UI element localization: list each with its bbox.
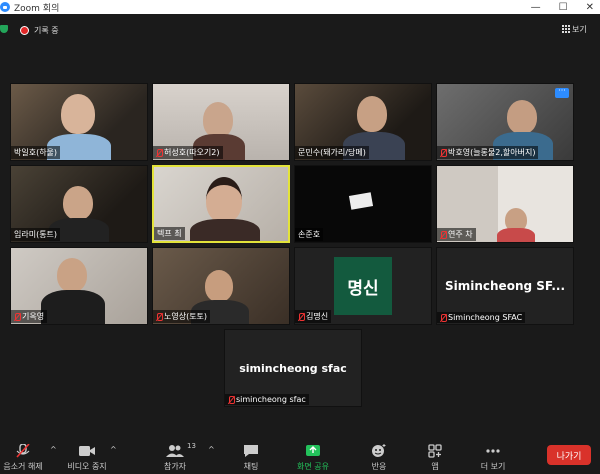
recording-icon bbox=[20, 26, 29, 35]
meeting-toolbar: 음소거 해제 ^ 비디오 중지 ^ 참가자 13 ^ 채팅 화면 공유 반응 앱… bbox=[0, 434, 600, 474]
minimize-icon[interactable]: — bbox=[531, 2, 541, 13]
video-tile-active-speaker[interactable]: 텍프 최 bbox=[152, 165, 290, 243]
participants-button[interactable]: 참가자 bbox=[156, 434, 194, 474]
participant-name: 연주 차 bbox=[437, 228, 476, 241]
apps-button[interactable]: 앱 bbox=[424, 434, 446, 474]
participants-chevron-icon[interactable]: ^ bbox=[208, 445, 215, 454]
stop-video-button[interactable]: 비디오 중지 bbox=[62, 434, 112, 474]
maximize-icon[interactable]: ☐ bbox=[559, 2, 568, 13]
meeting-topbar: 기록 중 보기 bbox=[0, 14, 600, 40]
participant-name: simincheong sfac bbox=[225, 394, 309, 405]
video-tile[interactable]: 기옥영 bbox=[10, 247, 148, 325]
security-shield-icon[interactable] bbox=[0, 25, 8, 33]
mic-off-icon bbox=[156, 148, 163, 157]
video-tile[interactable]: Simincheong SF... Simincheong SFAC bbox=[436, 247, 574, 325]
mic-off-icon bbox=[298, 312, 305, 321]
participant-name: 박일호(하울) bbox=[11, 146, 61, 159]
video-tile[interactable]: simincheong sfac simincheong sfac bbox=[224, 329, 362, 407]
reaction-emoji-icon bbox=[372, 444, 386, 457]
more-dots-icon bbox=[486, 449, 500, 453]
participant-name: 기옥영 bbox=[11, 310, 48, 323]
video-camera-icon bbox=[79, 446, 95, 456]
video-tile[interactable]: 연주 차 bbox=[436, 165, 574, 243]
gallery-view-icon[interactable] bbox=[562, 25, 570, 33]
screen-light bbox=[348, 192, 374, 210]
more-options-icon[interactable]: ··· bbox=[555, 87, 569, 98]
window-title: Zoom 회의 bbox=[14, 3, 60, 14]
participant-name: 손준호 bbox=[295, 228, 324, 241]
video-tile[interactable]: ··· 박호영(늘롱물2,할아버지) bbox=[436, 83, 574, 161]
participant-name: 텍프 최 bbox=[154, 227, 185, 240]
video-tile[interactable]: 문민수(돼가리/당메) bbox=[294, 83, 432, 161]
reactions-button[interactable]: 반응 bbox=[366, 434, 392, 474]
window-controls: — ☐ ✕ bbox=[531, 0, 594, 14]
leave-meeting-button[interactable]: 나가기 bbox=[547, 445, 591, 465]
mic-off-icon bbox=[156, 312, 163, 321]
share-screen-icon bbox=[306, 445, 320, 456]
chat-button[interactable]: 채팅 bbox=[238, 434, 264, 474]
mic-off-icon bbox=[14, 312, 21, 321]
unmute-button[interactable]: 음소거 해제 bbox=[0, 434, 46, 474]
video-tile[interactable]: 명신 김명신 bbox=[294, 247, 432, 325]
participant-name: 박호영(늘롱물2,할아버지) bbox=[437, 146, 539, 159]
mic-off-icon bbox=[440, 313, 447, 322]
video-tile[interactable]: 허성호(따오기2) bbox=[152, 83, 290, 161]
more-button[interactable]: 더 보기 bbox=[476, 434, 510, 474]
participant-name: Simincheong SFAC bbox=[437, 312, 526, 323]
mic-muted-icon bbox=[16, 444, 30, 458]
share-screen-button[interactable]: 화면 공유 bbox=[292, 434, 334, 474]
participant-name: 임라미(통트) bbox=[11, 228, 61, 241]
participant-name: 허성호(따오기2) bbox=[153, 146, 223, 159]
myeongsin-logo: 명신 bbox=[334, 257, 392, 315]
participant-name: 김명신 bbox=[295, 310, 332, 323]
display-name-large: simincheong sfac bbox=[239, 361, 347, 375]
zoom-logo-icon bbox=[0, 2, 10, 12]
video-tile[interactable]: 손준호 bbox=[294, 165, 432, 243]
window-titlebar: Zoom 회의 — ☐ ✕ bbox=[0, 0, 600, 14]
chat-bubble-icon bbox=[244, 445, 258, 457]
mic-off-icon bbox=[440, 230, 447, 239]
view-button[interactable]: 보기 bbox=[572, 24, 587, 35]
display-name-large: Simincheong SF... bbox=[444, 279, 566, 293]
apps-icon bbox=[428, 444, 442, 458]
video-tile[interactable]: 임라미(통트) bbox=[10, 165, 148, 243]
mic-off-icon bbox=[228, 395, 235, 404]
close-icon[interactable]: ✕ bbox=[586, 2, 594, 13]
video-tile[interactable]: 박일호(하울) bbox=[10, 83, 148, 161]
participant-name: 노영상(토토) bbox=[153, 310, 211, 323]
recording-label: 기록 중 bbox=[34, 26, 59, 35]
participants-count: 13 bbox=[187, 442, 196, 450]
participant-name: 문민수(돼가리/당메) bbox=[295, 146, 369, 159]
video-options-chevron-icon[interactable]: ^ bbox=[110, 445, 117, 454]
video-tile[interactable]: 노영상(토토) bbox=[152, 247, 290, 325]
audio-options-chevron-icon[interactable]: ^ bbox=[50, 445, 57, 454]
participants-icon bbox=[166, 445, 184, 457]
mic-off-icon bbox=[440, 148, 447, 157]
